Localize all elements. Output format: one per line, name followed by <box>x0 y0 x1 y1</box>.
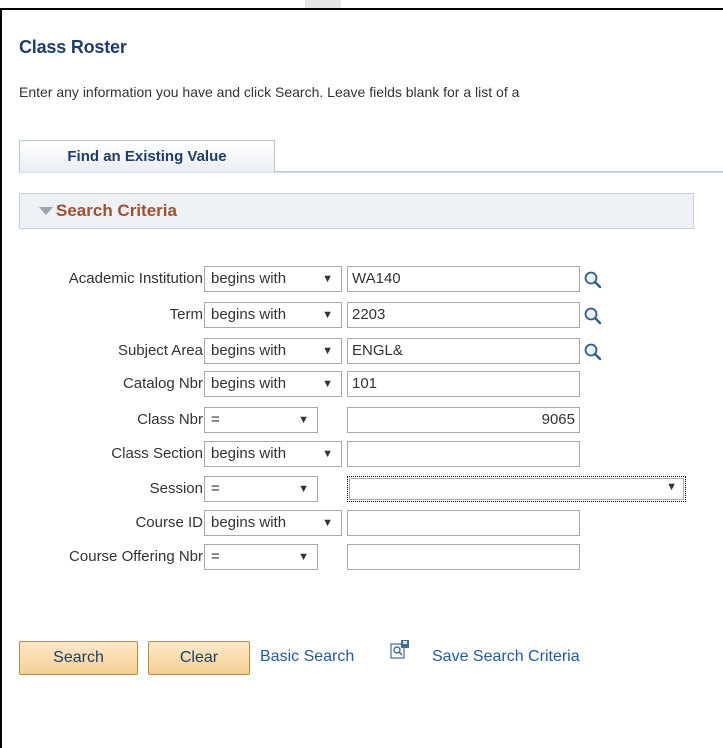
field-label: Course ID <box>135 514 203 531</box>
operator-value: begins with <box>211 514 287 531</box>
magnifier-icon[interactable] <box>583 270 603 290</box>
field-row-academic-institution: Academic Institution begins with ▼ WA140 <box>0 266 723 292</box>
session-select[interactable]: ▼ <box>347 476 686 502</box>
field-label: Catalog Nbr <box>122 375 203 392</box>
operator-value: begins with <box>211 306 287 323</box>
operator-select[interactable]: begins with ▼ <box>204 371 342 397</box>
operator-select[interactable]: begins with ▼ <box>204 338 342 364</box>
clear-button[interactable]: Clear <box>148 641 250 675</box>
operator-value: = <box>211 548 220 565</box>
value-input[interactable]: WA140 <box>347 266 580 292</box>
basic-search-link[interactable]: Basic Search <box>260 648 354 666</box>
field-row-course-offering-nbr: Course Offering Nbr = ▼ <box>0 544 723 570</box>
dropdown-arrow-icon: ▼ <box>298 414 309 426</box>
field-row-session: Session = ▼ ▼ <box>0 476 723 502</box>
dropdown-arrow-icon: ▼ <box>322 448 333 460</box>
field-label: Course Offering Nbr <box>69 548 203 565</box>
magnifier-icon[interactable] <box>583 342 603 362</box>
value-input[interactable] <box>347 441 580 467</box>
tab-find-existing-value[interactable]: Find an Existing Value <box>19 140 275 172</box>
field-row-term: Term begins with ▼ 2203 <box>0 302 723 328</box>
triangle-down-icon[interactable] <box>39 207 53 215</box>
operator-value: = <box>211 411 220 428</box>
value-input[interactable]: 2203 <box>347 302 580 328</box>
field-label: Subject Area <box>117 342 203 359</box>
operator-select[interactable]: begins with ▼ <box>204 510 342 536</box>
operator-value: begins with <box>211 342 287 359</box>
save-search-icon[interactable] <box>389 639 411 661</box>
search-criteria-label: Search Criteria <box>56 201 177 220</box>
operator-value: begins with <box>211 445 287 462</box>
operator-value: = <box>211 480 220 497</box>
operator-select[interactable]: = ▼ <box>204 407 318 433</box>
operator-value: begins with <box>211 375 287 392</box>
dropdown-arrow-icon: ▼ <box>298 483 309 495</box>
dropdown-arrow-icon: ▼ <box>322 345 333 357</box>
operator-select[interactable]: begins with ▼ <box>204 266 342 292</box>
operator-select[interactable]: = ▼ <box>204 476 318 502</box>
field-label: Term <box>169 306 203 323</box>
field-row-class-section: Class Section begins with ▼ <box>0 441 723 467</box>
field-label: Class Section <box>111 445 203 462</box>
dropdown-arrow-icon: ▼ <box>322 378 333 390</box>
dropdown-arrow-icon: ▼ <box>298 551 309 563</box>
value-input[interactable]: 101 <box>347 371 580 397</box>
value-input[interactable] <box>347 544 580 570</box>
tab-underline <box>19 172 723 173</box>
search-criteria-header[interactable]: Search Criteria <box>19 193 694 229</box>
value-input[interactable] <box>347 510 580 536</box>
operator-value: begins with <box>211 270 287 287</box>
field-row-course-id: Course ID begins with ▼ <box>0 510 723 536</box>
dropdown-arrow-icon: ▼ <box>322 517 333 529</box>
instructions-text: Enter any information you have and click… <box>19 84 520 100</box>
dropdown-arrow-icon: ▼ <box>322 273 333 285</box>
operator-select[interactable]: = ▼ <box>204 544 318 570</box>
operator-select[interactable]: begins with ▼ <box>204 302 342 328</box>
field-label: Session <box>149 480 203 497</box>
save-search-criteria-link[interactable]: Save Search Criteria <box>432 648 580 666</box>
field-label: Class Nbr <box>137 411 203 428</box>
field-row-subject-area: Subject Area begins with ▼ ENGL& <box>0 338 723 364</box>
window-top-tab <box>305 0 341 8</box>
operator-select[interactable]: begins with ▼ <box>204 441 342 467</box>
field-label: Academic Institution <box>68 270 203 287</box>
dropdown-arrow-icon: ▼ <box>322 309 333 321</box>
dropdown-arrow-icon: ▼ <box>666 481 677 493</box>
field-row-class-nbr: Class Nbr = ▼ 9065 <box>0 407 723 433</box>
field-row-catalog-nbr: Catalog Nbr begins with ▼ 101 <box>0 371 723 397</box>
value-input[interactable]: ENGL& <box>347 338 580 364</box>
magnifier-icon[interactable] <box>583 306 603 326</box>
page-title: Class Roster <box>19 37 127 57</box>
value-input[interactable]: 9065 <box>347 407 580 433</box>
search-button[interactable]: Search <box>19 641 138 675</box>
